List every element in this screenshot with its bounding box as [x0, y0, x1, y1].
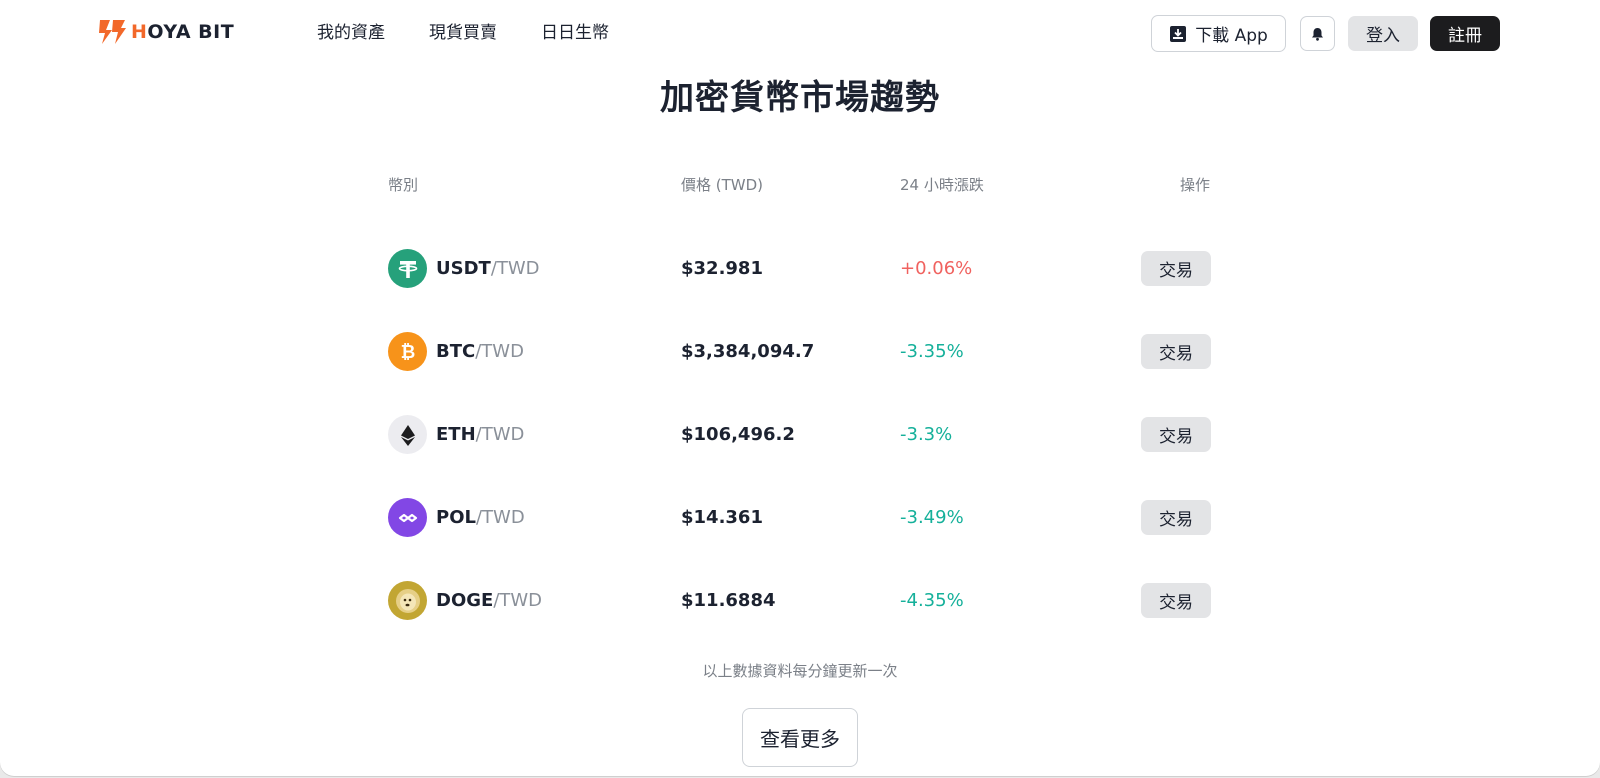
- top-navbar: HOYA BIT 我的資產 現貨買賣 日日生幣 下載 App 登入 註冊: [0, 0, 1600, 66]
- download-app-label: 下載 App: [1195, 26, 1268, 46]
- hoyabit-logo-icon: [99, 20, 126, 44]
- btc-icon: ₿: [388, 332, 427, 371]
- page-title: 加密貨幣市場趨勢: [660, 78, 940, 118]
- coin-price: $3,384,094.7: [681, 341, 815, 362]
- coin-change: -3.3%: [900, 424, 953, 445]
- header-actions: 下載 App 登入 註冊: [1151, 15, 1500, 52]
- main-nav: 我的資產 現貨買賣 日日生幣: [317, 20, 653, 46]
- coin-cell: POL/TWD: [388, 498, 525, 537]
- coin-change: -3.49%: [900, 507, 964, 528]
- trade-button[interactable]: 交易: [1141, 334, 1211, 369]
- coin-cell: USDT/TWD: [388, 249, 540, 288]
- trade-button[interactable]: 交易: [1141, 251, 1211, 286]
- coin-price: $11.6884: [681, 590, 776, 611]
- market-row[interactable]: ₿ BTC/TWD $3,384,094.7 -3.35% 交易: [388, 332, 1211, 372]
- hoyabit-logo[interactable]: HOYA BIT: [97, 18, 234, 46]
- column-change: 24 小時漲跌: [900, 176, 984, 194]
- trade-button[interactable]: 交易: [1141, 500, 1211, 535]
- market-row[interactable]: DOGE/TWD $11.6884 -4.35% 交易: [388, 581, 1211, 621]
- coin-quote: /TWD: [475, 341, 524, 362]
- login-button[interactable]: 登入: [1348, 16, 1418, 51]
- download-app-button[interactable]: 下載 App: [1151, 15, 1286, 52]
- market-row[interactable]: USDT/TWD $32.981 +0.06% 交易: [388, 249, 1211, 289]
- download-icon: [1170, 25, 1187, 42]
- coin-cell: ETH/TWD: [388, 415, 524, 454]
- coin-quote: /TWD: [475, 507, 525, 528]
- view-more-button[interactable]: 查看更多: [742, 708, 858, 767]
- doge-icon: [388, 581, 427, 620]
- coin-price: $106,496.2: [681, 424, 795, 445]
- coin-quote: /TWD: [493, 590, 543, 611]
- update-note: 以上數據資料每分鐘更新一次: [702, 662, 898, 680]
- coin-symbol: ETH: [436, 424, 476, 445]
- nav-spot-trading[interactable]: 現貨買賣: [429, 20, 497, 46]
- notification-button[interactable]: [1300, 16, 1335, 51]
- coin-price: $14.361: [681, 507, 763, 528]
- column-coin: 幣別: [388, 176, 419, 194]
- coin-symbol: POL: [436, 507, 476, 528]
- browser-page: HOYA BIT 我的資產 現貨買賣 日日生幣 下載 App 登入 註冊 加密貨…: [0, 0, 1600, 776]
- brand-name: HOYA BIT: [131, 21, 235, 43]
- coin-symbol: USDT: [436, 258, 491, 279]
- column-action: 操作: [1179, 176, 1210, 194]
- market-row[interactable]: POL/TWD $14.361 -3.49% 交易: [388, 498, 1211, 538]
- coin-price: $32.981: [681, 258, 763, 279]
- coin-cell: ₿ BTC/TWD: [388, 332, 524, 371]
- nav-my-assets[interactable]: 我的資產: [317, 20, 385, 46]
- market-table-header: 幣別 價格 (TWD) 24 小時漲跌 操作: [388, 174, 1210, 198]
- register-button[interactable]: 註冊: [1430, 16, 1500, 51]
- bell-icon: [1312, 27, 1323, 41]
- usdt-icon: [388, 249, 427, 288]
- coin-symbol: BTC: [436, 341, 476, 362]
- coin-symbol: DOGE: [436, 590, 494, 611]
- coin-cell: DOGE/TWD: [388, 581, 542, 620]
- coin-change: -4.35%: [900, 590, 964, 611]
- pol-icon: [388, 498, 427, 537]
- nav-daily-earn[interactable]: 日日生幣: [541, 20, 609, 46]
- trade-button[interactable]: 交易: [1141, 417, 1211, 452]
- coin-change: +0.06%: [900, 258, 973, 279]
- eth-icon: [388, 415, 427, 454]
- svg-text:₿: ₿: [400, 342, 415, 363]
- coin-quote: /TWD: [490, 258, 540, 279]
- market-row[interactable]: ETH/TWD $106,496.2 -3.3% 交易: [388, 415, 1211, 455]
- coin-quote: /TWD: [475, 424, 525, 445]
- trade-button[interactable]: 交易: [1141, 583, 1211, 618]
- column-price: 價格 (TWD): [681, 176, 764, 194]
- coin-change: -3.35%: [900, 341, 964, 362]
